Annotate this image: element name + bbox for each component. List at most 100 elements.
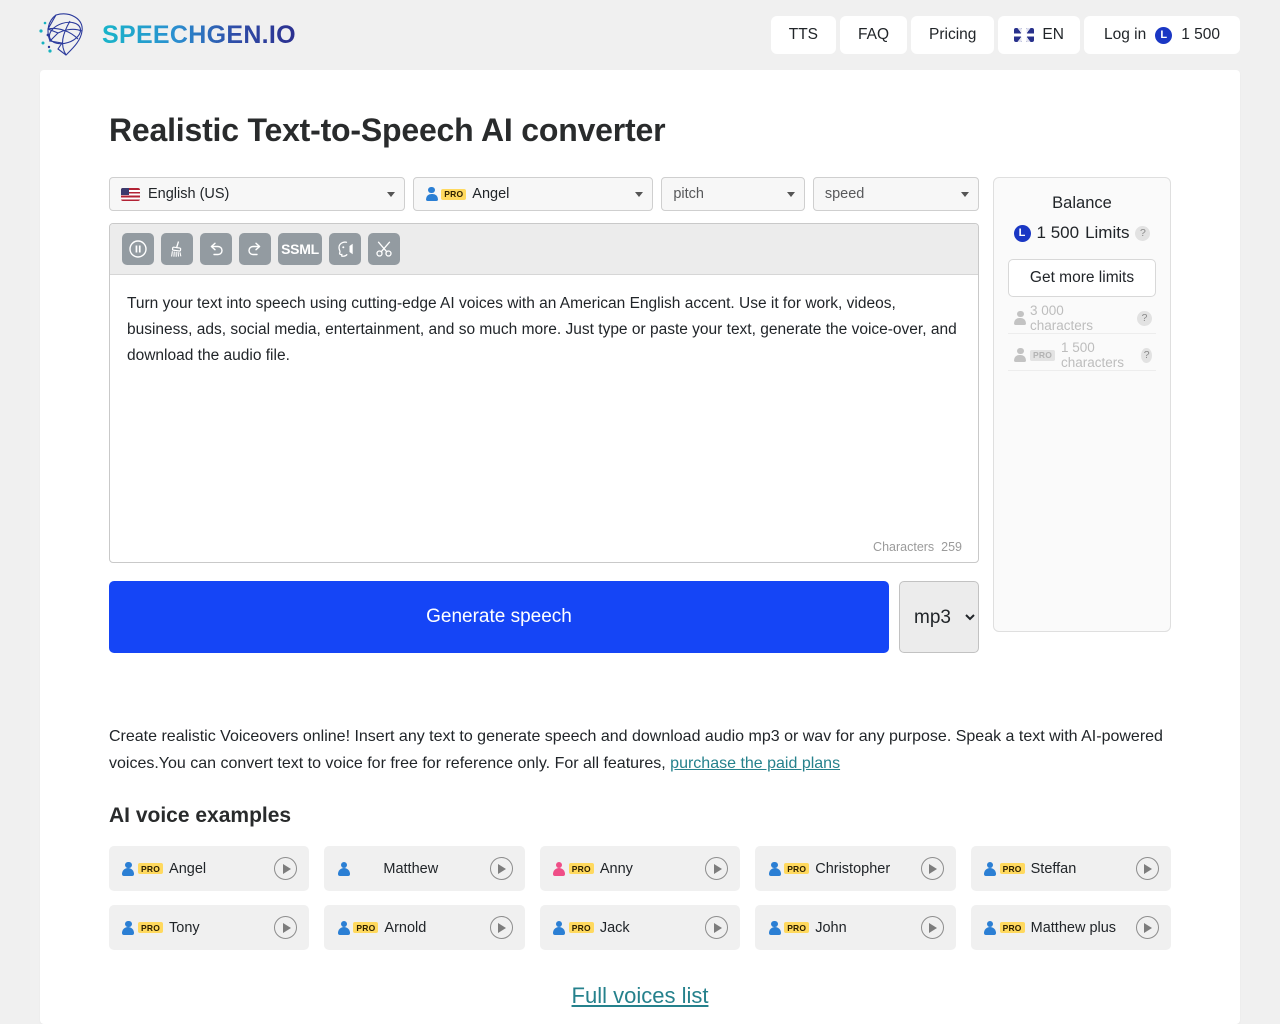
person-icon [425, 187, 438, 202]
help-icon[interactable]: ? [1135, 226, 1150, 241]
play-icon[interactable] [490, 916, 513, 939]
voice-name: Matthew [353, 861, 438, 877]
login-label: Log in [1104, 26, 1146, 44]
scissors-icon[interactable] [368, 233, 400, 265]
pause-icon[interactable] [122, 233, 154, 265]
person-icon [1014, 311, 1027, 326]
language-select[interactable]: English (US) [109, 177, 405, 211]
voice-card[interactable]: PROJohn [755, 905, 955, 950]
language-switcher[interactable]: EN [998, 16, 1080, 54]
nav-pricing[interactable]: Pricing [911, 16, 994, 54]
play-icon[interactable] [1136, 857, 1159, 880]
person-icon [1014, 348, 1027, 363]
text-input[interactable]: Turn your text into speech using cutting… [110, 275, 978, 540]
voice-card[interactable]: PROTony [109, 905, 309, 950]
redo-icon[interactable] [239, 233, 271, 265]
voice-card[interactable]: PROArnold [324, 905, 524, 950]
generate-speech-button[interactable]: Generate speech [109, 581, 889, 653]
logo[interactable]: SPEECHGEN.IO [36, 9, 296, 61]
pro-badge: PRO [138, 863, 163, 874]
pro-badge: PRO [353, 922, 378, 933]
balance-card: Balance L 1 500 Limits ? Get more limits… [993, 177, 1171, 632]
person-icon [984, 861, 997, 876]
play-icon[interactable] [274, 916, 297, 939]
speed-select[interactable]: speed [813, 177, 979, 211]
play-icon[interactable] [921, 916, 944, 939]
logo-text: SPEECHGEN.IO [102, 21, 296, 50]
limit-row-pro-text: 1 500 characters [1061, 340, 1133, 370]
full-voices-list-wrap: Full voices list [109, 983, 1171, 1009]
person-icon [553, 920, 566, 935]
balance-amount: L 1 500 Limits ? [1008, 223, 1156, 243]
play-icon[interactable] [490, 857, 513, 880]
pro-badge: PRO [569, 863, 594, 874]
network-brain-icon [36, 9, 92, 61]
chevron-down-icon [787, 192, 795, 197]
voice-card[interactable]: PROAngel [109, 846, 309, 891]
voice-card[interactable]: Matthew [324, 846, 524, 891]
voice-name: John [815, 920, 846, 936]
help-icon[interactable]: ? [1137, 311, 1152, 326]
get-more-limits-button[interactable]: Get more limits [1008, 259, 1156, 297]
chevron-down-icon [387, 192, 395, 197]
character-counter: Characters 259 [110, 540, 978, 562]
voice-card[interactable]: PRO Matthew plus [971, 905, 1171, 950]
voice-card[interactable]: PRO Anny [540, 846, 740, 891]
nav-tts[interactable]: TTS [771, 16, 836, 54]
editor-toolbar: SSML [110, 224, 978, 275]
audio-format-select[interactable]: mp3 [899, 581, 979, 653]
person-icon [553, 861, 566, 876]
speaking-head-icon[interactable] [329, 233, 361, 265]
pro-badge: PRO [1000, 922, 1025, 933]
play-icon[interactable] [274, 857, 297, 880]
nav-faq[interactable]: FAQ [840, 16, 907, 54]
site-description-text: Create realistic Voiceovers online! Inse… [109, 728, 1163, 772]
voice-card[interactable]: PROSteffan [971, 846, 1171, 891]
person-icon [984, 920, 997, 935]
text-editor: SSML Turn your text into speech using cu… [109, 223, 979, 563]
voice-select-value: Angel [472, 186, 509, 202]
voice-card[interactable]: PROJack [540, 905, 740, 950]
voice-select[interactable]: PRO Angel [413, 177, 653, 211]
play-icon[interactable] [705, 857, 728, 880]
full-voices-list-link[interactable]: Full voices list [572, 983, 709, 1008]
voice-card[interactable]: PROChristopher [755, 846, 955, 891]
balance-amount-unit: Limits [1085, 223, 1129, 243]
person-icon [337, 861, 350, 876]
login-button[interactable]: Log in L 1 500 [1084, 16, 1240, 54]
ssml-button[interactable]: SSML [278, 233, 322, 265]
main-grid: English (US) PRO Angel pitch speed [109, 177, 1171, 653]
limits-badge-icon: L [1014, 225, 1031, 242]
chevron-down-icon [635, 192, 643, 197]
voice-name: Anny [600, 861, 633, 877]
limit-row-free: 3 000 characters ? [1008, 303, 1156, 334]
help-icon[interactable]: ? [1141, 348, 1152, 363]
voice-name: Matthew plus [1031, 920, 1116, 936]
person-icon [122, 920, 135, 935]
pro-badge: PRO [1000, 863, 1025, 874]
us-flag-icon [121, 188, 140, 201]
character-counter-label: Characters [873, 540, 934, 554]
voice-name: Tony [169, 920, 200, 936]
page-title: Realistic Text-to-Speech AI converter [109, 112, 1210, 149]
login-limits-value: 1 500 [1181, 26, 1220, 44]
pro-badge: PRO [1030, 350, 1055, 361]
uk-flag-icon [1014, 28, 1034, 42]
play-icon[interactable] [1136, 916, 1159, 939]
converter-column: English (US) PRO Angel pitch speed [109, 177, 979, 653]
play-icon[interactable] [921, 857, 944, 880]
undo-icon[interactable] [200, 233, 232, 265]
limits-badge-icon: L [1155, 27, 1172, 44]
broom-icon[interactable] [161, 233, 193, 265]
site-header: SPEECHGEN.IO TTS FAQ Pricing EN Log in L… [0, 0, 1280, 70]
limit-row-free-text: 3 000 characters [1030, 303, 1129, 333]
pro-badge: PRO [569, 922, 594, 933]
balance-column: Balance L 1 500 Limits ? Get more limits… [993, 177, 1171, 653]
pitch-select[interactable]: pitch [661, 177, 804, 211]
person-icon [768, 920, 781, 935]
balance-title: Balance [1008, 194, 1156, 213]
pro-badge: PRO [784, 863, 809, 874]
play-icon[interactable] [705, 916, 728, 939]
purchase-plans-link[interactable]: purchase the paid plans [670, 755, 840, 772]
speed-select-value: speed [825, 186, 865, 202]
